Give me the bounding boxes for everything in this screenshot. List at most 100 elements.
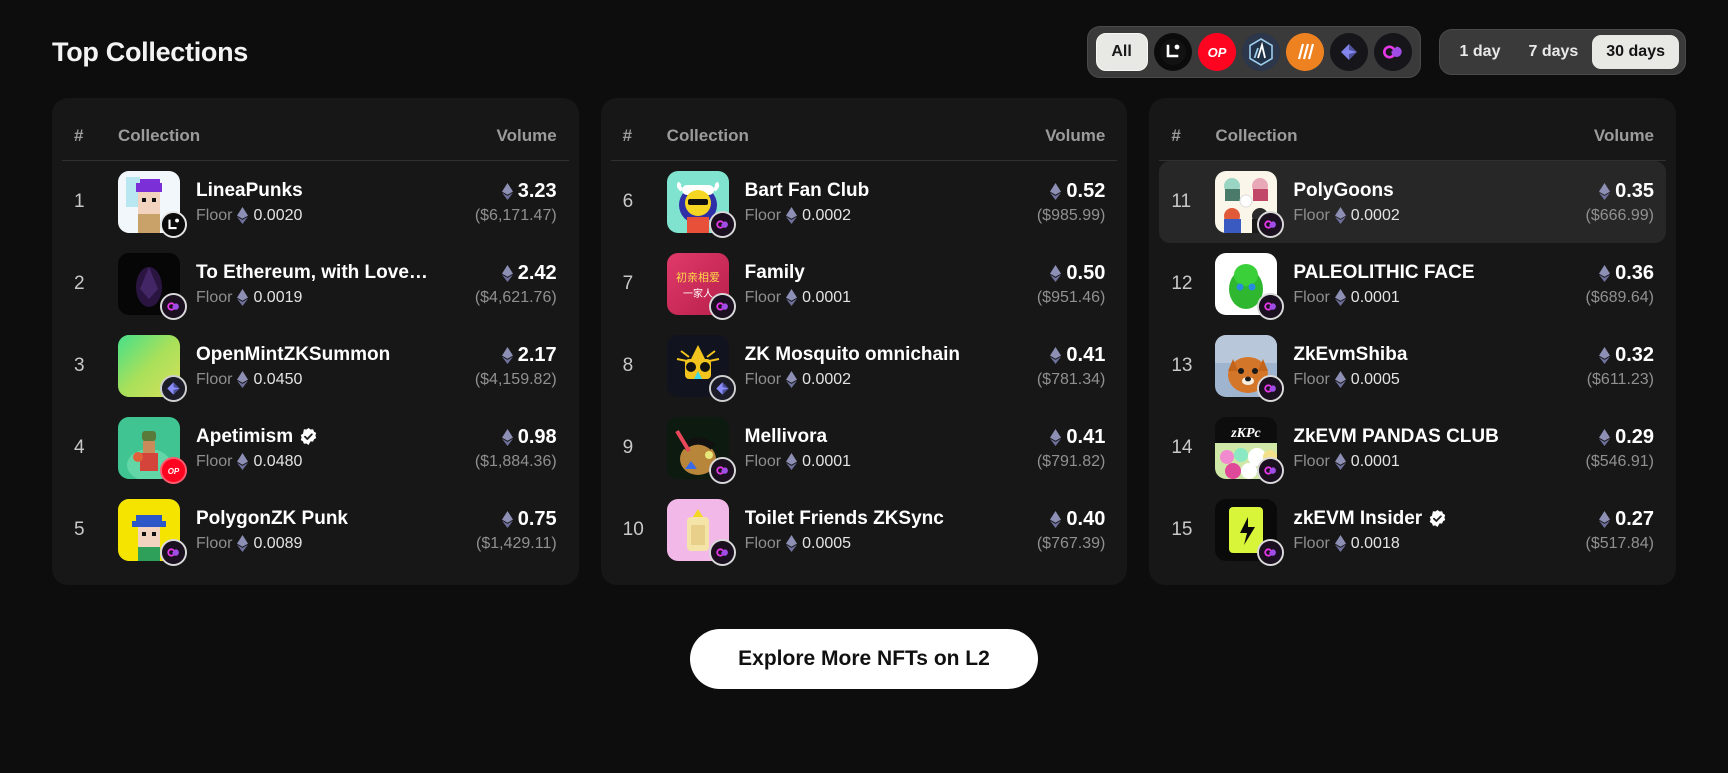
chain-filter-zksync[interactable] xyxy=(1329,33,1368,71)
collection-thumbnail-wrap: OP xyxy=(118,417,187,484)
volume-eth-value: 0.27 xyxy=(1615,507,1655,530)
collection-cell[interactable]: Bart Fan Club Floor 0.0002 xyxy=(666,171,976,238)
zksync-icon xyxy=(1329,33,1368,71)
collection-row[interactable]: 14 zKPc ZkEVM PANDAS CLUB Floor 0.0001 0.29 ($… xyxy=(1159,407,1666,489)
collection-thumbnail-wrap xyxy=(1215,171,1285,238)
time-filter-30-days[interactable]: 30 days xyxy=(1592,35,1679,69)
volume-usd: ($1,884.36) xyxy=(474,452,557,470)
chain-filter-optimism[interactable]: OP xyxy=(1197,33,1236,71)
row-rank: 4 xyxy=(74,437,85,458)
collection-cell[interactable]: Mellivora Floor 0.0001 xyxy=(666,417,976,484)
collection-row[interactable]: 4 OP Apetimism Floor 0.0480 0.98 ($1,884.36) xyxy=(62,407,569,489)
collection-cell[interactable]: OP Apetimism Floor 0.0480 xyxy=(118,417,427,484)
volume-cell: 0.52 ($985.99) xyxy=(975,180,1106,225)
ethereum-icon xyxy=(1599,264,1611,282)
svg-text:一家人: 一家人 xyxy=(683,287,713,300)
volume-usd: ($4,159.82) xyxy=(474,370,557,388)
collection-cell[interactable]: Toilet Friends ZKSync Floor 0.0005 xyxy=(666,499,976,566)
explore-more-nfts-button[interactable]: Explore More NFTs on L2 xyxy=(690,629,1038,689)
collection-row[interactable]: 6 Bart Fan Club Floor 0.0002 0.52 ($985.99) xyxy=(611,161,1118,243)
ethereum-icon xyxy=(1050,510,1062,528)
volume-eth-value: 2.17 xyxy=(517,343,557,366)
collection-info: ZkEVM PANDAS CLUB Floor 0.0001 xyxy=(1293,426,1524,471)
collection-row[interactable]: 2 To Ethereum, with Love… Floor 0.0019 2.42 (… xyxy=(62,243,569,325)
collection-row[interactable]: 9 Mellivora Floor 0.0001 0.41 ($791.82) xyxy=(611,407,1118,489)
time-filter-7-days[interactable]: 7 days xyxy=(1514,35,1592,69)
floor-value: 0.0089 xyxy=(253,534,303,552)
collection-cell[interactable]: zKPc ZkEVM PANDAS CLUB Floor 0.0001 xyxy=(1215,417,1524,484)
volume-usd: ($1,429.11) xyxy=(476,534,557,552)
collection-row[interactable]: 12 PALEOLITHIC FACE Floor 0.0001 0.36 ($689.6… xyxy=(1159,243,1666,325)
collection-row[interactable]: 8 ZK Mosquito omnichain Floor 0.0002 0.41 ($7… xyxy=(611,325,1118,407)
polygon-zkevm-badge-icon xyxy=(1259,541,1283,564)
collection-cell[interactable]: PolygonZK Punk Floor 0.0089 xyxy=(118,499,427,566)
floor-label: Floor xyxy=(196,206,233,224)
collection-info: Toilet Friends ZKSync Floor 0.0005 xyxy=(745,508,976,553)
chain-filter-all[interactable]: All xyxy=(1095,33,1148,71)
chain-badge xyxy=(708,457,736,484)
arbitrum-icon xyxy=(1241,33,1280,71)
collection-row[interactable]: 11 PolyGoons Floor 0.0002 0.35 ($666.99) xyxy=(1159,161,1667,243)
collection-name: LineaPunks xyxy=(196,180,427,202)
collection-cell[interactable]: OpenMintZKSummon Floor 0.0450 xyxy=(118,335,427,402)
collection-name-text: ZkEVM PANDAS CLUB xyxy=(1293,425,1499,447)
floor-label: Floor xyxy=(1293,288,1330,306)
collection-name: Apetimism xyxy=(196,426,427,448)
polygon-zkevm-badge-icon xyxy=(710,541,734,564)
collection-name-text: PolygonZK Punk xyxy=(196,507,348,529)
collection-cell[interactable]: PALEOLITHIC FACE Floor 0.0001 xyxy=(1215,253,1524,320)
optimism-badge-icon: OP xyxy=(162,459,185,482)
verified-badge-icon xyxy=(300,428,317,445)
volume-eth-value: 0.29 xyxy=(1615,425,1655,448)
collection-thumbnail-wrap: 初亲相爱 一家人 xyxy=(666,253,736,320)
collection-row[interactable]: 15 zkEVM Insider Floor 0.0018 0.27 ($517.84) xyxy=(1159,489,1666,571)
column-header-rank: # xyxy=(622,126,633,145)
floor-price: Floor 0.0002 xyxy=(1293,207,1524,225)
collection-info: PALEOLITHIC FACE Floor 0.0001 xyxy=(1293,262,1524,307)
volume-cell: 2.17 ($4,159.82) xyxy=(427,344,557,389)
linea-badge-icon xyxy=(162,213,185,236)
collection-cell[interactable]: LineaPunks Floor 0.0020 xyxy=(118,171,427,238)
collection-row[interactable]: 7 初亲相爱 一家人 Family Floor 0.0001 0.50 ($951.46) xyxy=(611,243,1118,325)
collections-column-3: # Collection Volume 11 PolyGoons Floor 0.0002 0… xyxy=(1149,98,1677,585)
chain-filter-nova[interactable] xyxy=(1285,33,1324,71)
time-filter-1-day[interactable]: 1 day xyxy=(1446,35,1515,69)
volume-eth-value: 3.23 xyxy=(517,179,557,202)
volume-eth: 2.42 xyxy=(427,262,557,285)
volume-cell: 2.42 ($4,621.76) xyxy=(427,262,557,307)
chain-badge xyxy=(1257,375,1285,402)
collection-name: Mellivora xyxy=(745,426,976,448)
svg-text:初亲相爱: 初亲相爱 xyxy=(676,270,720,284)
chain-filter-group[interactable]: All OP xyxy=(1086,26,1421,78)
floor-price: Floor 0.0001 xyxy=(1293,453,1524,471)
collection-cell[interactable]: 初亲相爱 一家人 Family Floor 0.0001 xyxy=(666,253,976,320)
floor-label: Floor xyxy=(1293,206,1330,224)
floor-price: Floor 0.0480 xyxy=(196,453,427,471)
chain-filter-polygon-zkevm[interactable] xyxy=(1373,33,1412,71)
collection-cell[interactable]: To Ethereum, with Love… Floor 0.0019 xyxy=(118,253,427,320)
floor-value: 0.0020 xyxy=(253,206,303,224)
collection-cell[interactable]: zkEVM Insider Floor 0.0018 xyxy=(1215,499,1524,566)
collection-cell[interactable]: ZK Mosquito omnichain Floor 0.0002 xyxy=(666,335,976,402)
collection-row[interactable]: 10 Toilet Friends ZKSync Floor 0.0005 0.40 ($… xyxy=(611,489,1118,571)
polygon-zkevm-badge-icon xyxy=(710,295,734,318)
chain-badge xyxy=(708,293,736,320)
header-controls: All OP 1 day 7 days 30 days xyxy=(1086,26,1686,78)
chain-filter-linea[interactable] xyxy=(1153,33,1192,71)
collection-row[interactable]: 13 ZkEvmShiba Floor 0.0005 0.32 ($611.23) xyxy=(1159,325,1666,407)
collection-cell[interactable]: ZkEvmShiba Floor 0.0005 xyxy=(1215,335,1524,402)
row-rank: 5 xyxy=(74,519,85,540)
svg-text:OP: OP xyxy=(168,467,180,476)
volume-eth: 2.17 xyxy=(427,344,557,367)
floor-price: Floor 0.0001 xyxy=(745,289,976,307)
collection-thumbnail-wrap xyxy=(1215,499,1285,566)
collection-row[interactable]: 1 LineaPunks Floor 0.0020 3.23 ($6,171.47) xyxy=(62,161,569,243)
collection-cell[interactable]: PolyGoons Floor 0.0002 xyxy=(1215,171,1524,238)
chain-filter-arbitrum[interactable] xyxy=(1241,33,1280,71)
collection-row[interactable]: 5 PolygonZK Punk Floor 0.0089 0.75 ($1,429.11… xyxy=(62,489,569,571)
time-filter-group[interactable]: 1 day 7 days 30 days xyxy=(1438,29,1686,75)
collection-info: Family Floor 0.0001 xyxy=(745,262,976,307)
floor-price: Floor 0.0002 xyxy=(745,207,976,225)
volume-usd: ($611.23) xyxy=(1586,370,1655,388)
collection-row[interactable]: 3 OpenMintZKSummon Floor 0.0450 2.17 ($4,159.… xyxy=(62,325,569,407)
